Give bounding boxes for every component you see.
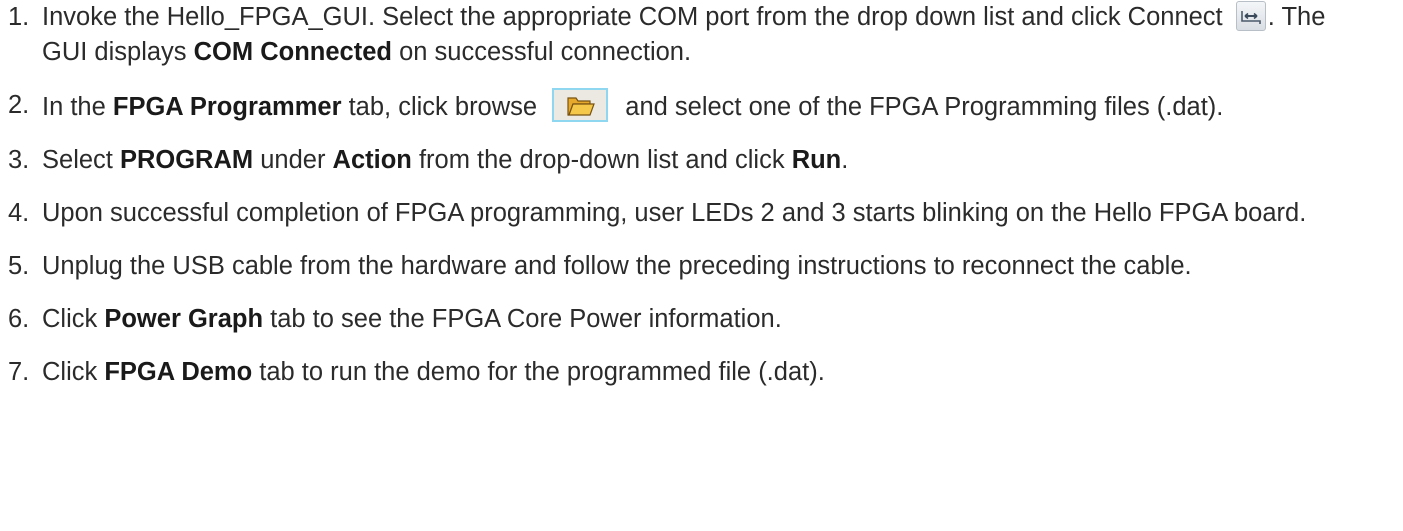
step-number: 1. — [8, 3, 30, 31]
step-text-segment: on successful connection. — [391, 38, 692, 66]
step-text: Click Power Graph tab to see the FPGA Co… — [42, 302, 1403, 337]
step-2: 2. In the FPGA Programmer tab, click bro… — [0, 88, 1403, 125]
step-text-segment: . — [841, 146, 849, 174]
step-text-segment: Click — [42, 358, 105, 386]
step-text-bold: COM Connected — [193, 38, 392, 66]
step-text-segment: Unplug the USB cable from the hardware a… — [42, 252, 1192, 280]
step-text: Click FPGA Demo tab to run the demo for … — [42, 355, 1403, 390]
step-text: Invoke the Hello_FPGA_GUI. Select the ap… — [42, 0, 1403, 70]
step-text-segment: tab to run the demo for the programmed f… — [252, 358, 825, 386]
step-number: 3. — [8, 146, 30, 174]
step-text-segment: from the drop-down list and click — [411, 146, 792, 174]
step-text-segment: tab to see the FPGA Core Power informati… — [263, 305, 782, 333]
step-6: 6. Click Power Graph tab to see the FPGA… — [0, 302, 1403, 337]
step-text: In the FPGA Programmer tab, click browse… — [42, 88, 1403, 125]
step-text-segment: and select one of the FPGA Programming f… — [618, 93, 1224, 121]
step-text-segment: Click — [42, 305, 105, 333]
step-number: 2. — [8, 91, 30, 119]
step-text-bold: Power Graph — [104, 305, 264, 333]
step-text: Upon successful completion of FPGA progr… — [42, 196, 1403, 231]
step-text-bold: FPGA Programmer — [112, 93, 342, 121]
folder-open-icon — [552, 88, 609, 122]
step-number: 7. — [8, 358, 30, 386]
step-text-segment: tab, click browse — [341, 93, 545, 121]
step-text: Select PROGRAM under Action from the dro… — [42, 143, 1403, 178]
step-text-bold: FPGA Demo — [104, 358, 253, 386]
step-7: 7. Click FPGA Demo tab to run the demo f… — [0, 355, 1403, 390]
step-text: Unplug the USB cable from the hardware a… — [42, 249, 1403, 284]
step-text-segment: In the — [42, 93, 113, 121]
step-number: 6. — [8, 305, 30, 333]
instruction-list: 1. Invoke the Hello_FPGA_GUI. Select the… — [0, 0, 1403, 390]
step-text-segment: Invoke the Hello_FPGA_GUI. Select the ap… — [42, 3, 1230, 31]
step-text-segment: Upon successful completion of FPGA progr… — [42, 199, 1307, 227]
step-text-bold: Action — [332, 146, 412, 174]
step-5: 5. Unplug the USB cable from the hardwar… — [0, 249, 1403, 284]
step-4: 4. Upon successful completion of FPGA pr… — [0, 196, 1403, 231]
step-text-bold: PROGRAM — [119, 146, 254, 174]
connect-icon — [1235, 1, 1266, 31]
step-number: 5. — [8, 252, 30, 280]
step-text-segment: under — [253, 146, 333, 174]
step-3: 3. Select PROGRAM under Action from the … — [0, 143, 1403, 178]
step-text-bold: Run — [791, 146, 842, 174]
step-1: 1. Invoke the Hello_FPGA_GUI. Select the… — [0, 0, 1403, 70]
step-number: 4. — [8, 199, 30, 227]
step-text-segment: Select — [42, 146, 120, 174]
